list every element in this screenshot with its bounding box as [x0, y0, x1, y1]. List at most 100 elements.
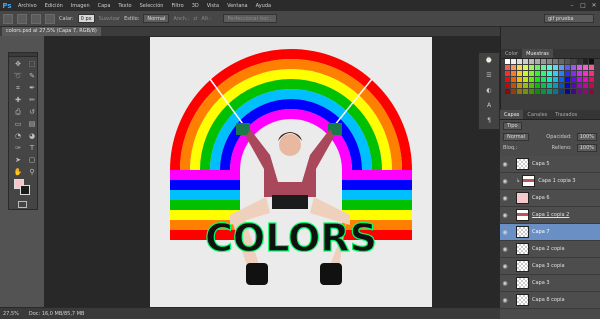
color-swatch[interactable] — [583, 65, 588, 70]
color-swatch[interactable] — [517, 77, 522, 82]
color-swatch[interactable] — [511, 89, 516, 94]
color-swatch[interactable] — [559, 59, 564, 64]
color-swatch[interactable] — [505, 71, 510, 76]
visibility-eye-icon[interactable]: ◉ — [500, 246, 510, 253]
type-icon[interactable]: T — [27, 144, 37, 153]
lasso-icon[interactable]: ➰ — [13, 72, 23, 81]
color-swatch[interactable] — [505, 89, 510, 94]
color-swatch[interactable] — [523, 83, 528, 88]
color-swatch[interactable] — [559, 71, 564, 76]
color-swatch[interactable] — [523, 89, 528, 94]
visibility-eye-icon[interactable]: ◉ — [500, 263, 510, 270]
eraser-icon[interactable]: ▭ — [13, 120, 23, 129]
anti-alias-checkbox[interactable]: Suavizar — [99, 16, 121, 22]
color-swatch[interactable] — [523, 65, 528, 70]
color-swatch[interactable] — [583, 83, 588, 88]
color-swatch[interactable] — [583, 71, 588, 76]
hand-icon[interactable]: ✋ — [13, 168, 23, 177]
color-swatch[interactable] — [529, 65, 534, 70]
move-icon[interactable]: ✥ — [13, 60, 23, 69]
menu-texto[interactable]: Texto — [114, 3, 135, 9]
color-swatch[interactable] — [571, 77, 576, 82]
layer-row-selected[interactable]: ◉ Capa 7 — [500, 224, 600, 241]
color-swatch[interactable] — [541, 59, 546, 64]
color-swatch[interactable] — [541, 77, 546, 82]
color-swatch[interactable] — [553, 59, 558, 64]
visibility-eye-icon[interactable]: ◉ — [500, 195, 510, 202]
maximize-icon[interactable]: □ — [579, 1, 587, 9]
layer-row[interactable]: ◉ Capa 1 copia 2 — [500, 207, 600, 224]
color-swatch[interactable] — [577, 83, 582, 88]
visibility-eye-icon[interactable]: ◉ — [500, 178, 510, 185]
new-selection-icon[interactable] — [17, 13, 27, 24]
document-tab[interactable]: colors.psd al 27,5% (Capa 7, RGB/8) — [2, 27, 101, 36]
tab-capas[interactable]: Capas — [500, 110, 524, 119]
color-swatch[interactable] — [547, 65, 552, 70]
color-swatch[interactable] — [571, 89, 576, 94]
color-swatch[interactable] — [511, 65, 516, 70]
quick-mask-icon[interactable] — [18, 201, 27, 208]
color-swatch[interactable] — [529, 89, 534, 94]
color-swatch[interactable] — [571, 71, 576, 76]
color-swatch[interactable] — [547, 83, 552, 88]
crop-icon[interactable]: ⌗ — [13, 84, 23, 93]
color-swatch[interactable] — [523, 77, 528, 82]
color-swatch[interactable] — [565, 59, 570, 64]
color-swatch[interactable] — [511, 71, 516, 76]
fill-input[interactable]: 100% — [576, 143, 597, 152]
color-swatch[interactable] — [565, 71, 570, 76]
minimize-icon[interactable]: – — [568, 1, 576, 9]
history-brush-icon[interactable]: ↺ — [27, 108, 37, 117]
color-swatch[interactable] — [583, 59, 588, 64]
color-swatch[interactable] — [529, 71, 534, 76]
layer-row[interactable]: ◉ Capa 3 copia — [500, 258, 600, 275]
color-swatch[interactable] — [517, 89, 522, 94]
color-swatch[interactable] — [571, 65, 576, 70]
layer-row[interactable]: ◉ Capa 5 — [500, 156, 600, 173]
brush-icon[interactable]: ✏ — [27, 96, 37, 105]
visibility-eye-icon[interactable]: ◉ — [500, 212, 510, 219]
color-swatch[interactable] — [565, 65, 570, 70]
gradient-icon[interactable]: ▤ — [27, 120, 37, 129]
color-swatch[interactable] — [559, 89, 564, 94]
character-icon[interactable]: A — [482, 102, 496, 113]
pen-icon[interactable]: ✑ — [13, 144, 23, 153]
opacity-input[interactable]: 100% — [576, 132, 597, 141]
color-swatch[interactable] — [571, 83, 576, 88]
color-swatch[interactable] — [511, 59, 516, 64]
visibility-eye-icon[interactable]: ◉ — [500, 161, 510, 168]
color-swatch[interactable] — [505, 65, 510, 70]
layer-row[interactable]: ◉ ↳ Capa 1 copia 3 — [500, 173, 600, 190]
stamp-icon[interactable]: ⎙ — [13, 108, 23, 117]
properties-icon[interactable]: ☰ — [482, 72, 496, 83]
color-swatch[interactable] — [553, 89, 558, 94]
color-swatch[interactable] — [589, 71, 594, 76]
color-swatch[interactable] — [541, 71, 546, 76]
color-swatch[interactable] — [571, 59, 576, 64]
swap-icon[interactable]: ⇄ — [193, 16, 197, 22]
color-swatch[interactable] — [535, 77, 540, 82]
color-swatch[interactable] — [535, 65, 540, 70]
color-swatch[interactable] — [523, 59, 528, 64]
tab-canales[interactable]: Canales — [523, 110, 551, 119]
zoom-icon[interactable]: ⚲ — [27, 168, 37, 177]
paragraph-icon[interactable]: ¶ — [482, 117, 496, 128]
color-swatch[interactable] — [541, 83, 546, 88]
marquee-tool-preset-icon[interactable] — [3, 13, 13, 24]
color-swatch[interactable] — [565, 77, 570, 82]
color-swatch[interactable] — [511, 83, 516, 88]
color-swatch[interactable] — [565, 83, 570, 88]
refine-edge-button[interactable]: Perfeccionar bor... — [223, 14, 277, 23]
visibility-eye-icon[interactable]: ◉ — [500, 229, 510, 236]
menu-capa[interactable]: Capa — [94, 3, 115, 9]
visibility-eye-icon[interactable]: ◉ — [500, 297, 510, 304]
blend-mode-select[interactable]: Normal — [503, 132, 530, 141]
color-swatch[interactable] — [535, 89, 540, 94]
workspace-select[interactable]: gif prueba — [544, 14, 594, 23]
color-swatch[interactable] — [583, 89, 588, 94]
color-swatch[interactable] — [589, 59, 594, 64]
menu-filtro[interactable]: Filtro — [167, 3, 187, 9]
path-select-icon[interactable]: ➤ — [13, 156, 23, 165]
color-swatch[interactable] — [511, 77, 516, 82]
layer-row[interactable]: ◉ Capa 3 — [500, 275, 600, 292]
